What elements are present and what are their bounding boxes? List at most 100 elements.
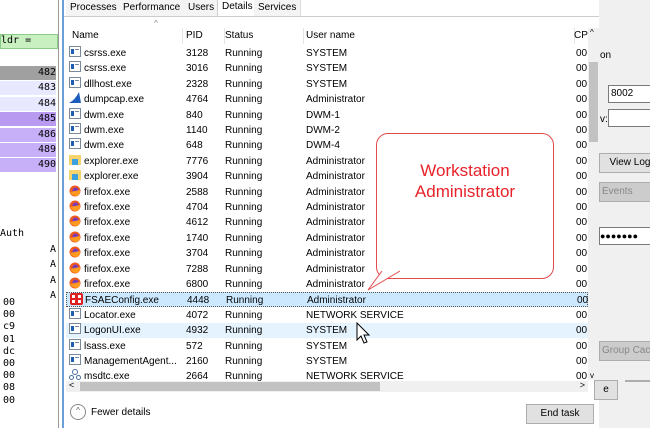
- process-name: Locator.exe: [84, 309, 136, 321]
- fewer-details-link[interactable]: Fewer details: [91, 407, 150, 418]
- process-status: Running: [225, 155, 263, 167]
- process-cpu: 00: [576, 48, 588, 59]
- label-on: on: [600, 50, 612, 61]
- packet-row[interactable]: 489: [0, 143, 56, 157]
- process-name: firefox.exe: [84, 279, 131, 290]
- process-row[interactable]: Locator.exe 4072 Running NETWORK SERVICE 00: [66, 307, 588, 323]
- process-user: Administrator: [306, 248, 365, 260]
- password-field[interactable]: ●●●●●●●: [599, 227, 650, 245]
- app-icon: [69, 307, 81, 319]
- firefox-icon: [69, 215, 81, 227]
- process-status: Running: [225, 232, 263, 244]
- process-pid: 3128: [186, 48, 209, 59]
- packet-row[interactable]: 482: [0, 66, 56, 80]
- process-status: Running: [225, 340, 263, 352]
- process-pid: 3904: [186, 171, 209, 183]
- column-header-name[interactable]: Name: [70, 28, 183, 44]
- process-cpu: 00: [576, 125, 588, 136]
- app-icon: [69, 107, 81, 119]
- background-left-pane: ldr = 482 483 484 485 486 489 490 A A A A Auth 00 0…: [0, 0, 59, 428]
- process-name: FSAEConfig.exe: [85, 295, 159, 307]
- process-user: NETWORK SERVICE: [306, 309, 404, 321]
- app-icon: [69, 46, 81, 57]
- process-name: LogonUI.exe: [84, 325, 141, 337]
- process-row[interactable]: csrss.exe 3016 Running SYSTEM 00: [66, 61, 588, 76]
- auth-label: Auth: [0, 228, 25, 239]
- scroll-right-icon[interactable]: >: [580, 380, 585, 390]
- packet-row[interactable]: 490: [0, 158, 56, 173]
- scrollbar-thumb[interactable]: [589, 62, 598, 142]
- tab-users[interactable]: Users: [184, 0, 220, 16]
- events-button[interactable]: Events: [599, 182, 650, 202]
- process-pid: 7288: [186, 263, 209, 275]
- process-row[interactable]: firefox.exe 6800 Running Administrator 00: [66, 277, 588, 292]
- view-log-button[interactable]: View Log: [599, 153, 650, 173]
- tab-services[interactable]: Services: [254, 0, 302, 16]
- process-status: Running: [225, 325, 263, 337]
- packet-row[interactable]: 483: [0, 81, 56, 96]
- tab-processes[interactable]: Processes: [66, 0, 122, 16]
- hex-byte: 00: [3, 394, 16, 406]
- end-task-button[interactable]: End task: [526, 404, 594, 424]
- process-name: firefox.exe: [84, 217, 131, 229]
- process-user: SYSTEM: [306, 340, 348, 352]
- process-row[interactable]: FSAEConfig.exe 4448 Running Administrator 00: [66, 292, 588, 308]
- process-name: csrss.exe: [84, 48, 127, 59]
- process-user: DWM-4: [306, 140, 340, 152]
- process-row[interactable]: dwm.exe 840 Running DWM-1 00: [66, 107, 588, 123]
- process-user: SYSTEM: [306, 78, 348, 90]
- firefox-icon: [69, 231, 81, 243]
- process-name: dumpcap.exe: [84, 94, 145, 106]
- packet-row[interactable]: 485: [0, 112, 56, 127]
- process-row[interactable]: lsass.exe 572 Running SYSTEM 00: [66, 338, 588, 354]
- process-row[interactable]: dumpcap.exe 4764 Running Administrator 00: [66, 92, 588, 107]
- horizontal-scrollbar[interactable]: < >: [66, 380, 588, 392]
- process-cpu: 00: [576, 217, 588, 229]
- process-pid: 4704: [186, 202, 209, 213]
- process-pid: 4072: [186, 309, 209, 321]
- column-header-status[interactable]: Status: [222, 28, 304, 44]
- process-cpu: 00: [576, 309, 588, 321]
- process-row[interactable]: LogonUI.exe 4932 Running SYSTEM 00: [66, 323, 588, 339]
- fortinet-icon: [70, 293, 83, 306]
- scrollbar-thumb[interactable]: [80, 382, 380, 391]
- process-user: DWM-1: [306, 109, 340, 121]
- scroll-up-icon[interactable]: ^: [590, 28, 594, 37]
- app-icon: [69, 123, 81, 134]
- process-cpu: 00: [576, 155, 588, 167]
- process-pid: 4932: [186, 325, 209, 337]
- process-pid: 572: [186, 340, 203, 352]
- process-name: csrss.exe: [84, 63, 127, 75]
- tab-performance[interactable]: Performance: [119, 0, 186, 16]
- packet-row[interactable]: 484: [0, 96, 56, 111]
- text-input[interactable]: [608, 109, 650, 127]
- app-icon: [69, 338, 81, 350]
- process-user: SYSTEM: [306, 48, 348, 59]
- group-cache-button[interactable]: Group Cache: [599, 341, 650, 361]
- process-status: Running: [225, 309, 263, 321]
- app-icon: [69, 61, 81, 73]
- scroll-left-icon[interactable]: <: [69, 380, 74, 390]
- process-name: firefox.exe: [84, 186, 131, 198]
- process-row[interactable]: csrss.exe 3128 Running SYSTEM 00: [66, 46, 588, 61]
- process-pid: 1740: [186, 232, 209, 244]
- filter-bar[interactable]: ldr =: [0, 34, 58, 49]
- column-header-pid[interactable]: PID: [182, 28, 225, 44]
- process-cpu: 00: [576, 140, 588, 152]
- scroll-down-icon[interactable]: v: [590, 371, 594, 380]
- tree-item-a: A: [49, 259, 56, 271]
- vertical-scrollbar[interactable]: ^ v: [588, 28, 599, 380]
- dialog-button[interactable]: e: [594, 380, 618, 400]
- packet-row[interactable]: 486: [0, 127, 56, 142]
- process-status: Running: [225, 78, 263, 90]
- process-row[interactable]: ManagementAgent... 2160 Running SYSTEM 00: [66, 354, 588, 369]
- chevron-up-icon[interactable]: ^: [70, 404, 86, 420]
- column-header-cpu[interactable]: CP: [574, 28, 588, 44]
- app-icon: [69, 354, 81, 365]
- port-input[interactable]: 8002: [608, 85, 650, 103]
- tab-details[interactable]: Details: [217, 0, 258, 17]
- app-icon: [69, 323, 81, 335]
- process-row[interactable]: dllhost.exe 2328 Running SYSTEM 00: [66, 76, 588, 92]
- dialog-button-2[interactable]: [625, 380, 650, 382]
- column-header-user[interactable]: User name: [304, 28, 575, 44]
